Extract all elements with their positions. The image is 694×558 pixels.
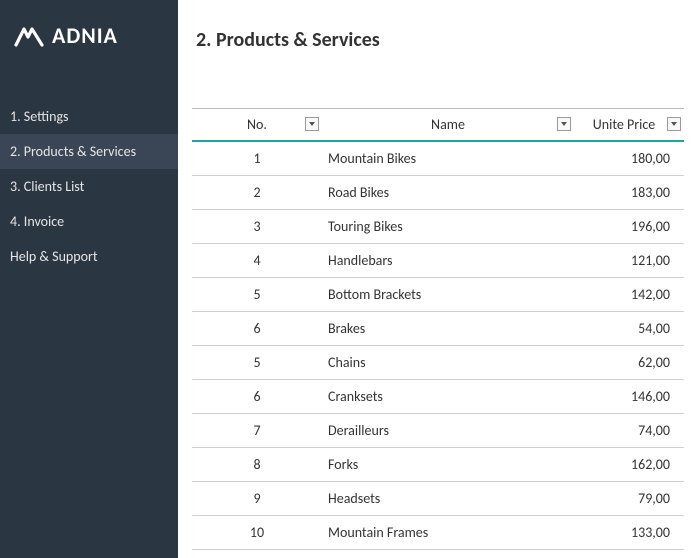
table-row[interactable]: 3Touring Bikes196,00: [192, 209, 684, 243]
cell-no: 6: [192, 311, 322, 345]
table-row[interactable]: 10Mountain Frames133,00: [192, 515, 684, 549]
main-content: 2. Products & Services No. Name Unite Pr…: [178, 0, 694, 558]
table-row[interactable]: 4Handlebars121,00: [192, 243, 684, 277]
cell-name: Touring Bikes: [322, 209, 574, 243]
cell-name: Forks: [322, 447, 574, 481]
cell-name: Chains: [322, 345, 574, 379]
cell-no: 9: [192, 481, 322, 515]
cell-no: 10: [192, 515, 322, 549]
column-header-price[interactable]: Unite Price: [574, 109, 684, 141]
cell-price: 162,00: [574, 447, 684, 481]
column-header-name[interactable]: Name: [322, 109, 574, 141]
cell-price: 54,00: [574, 311, 684, 345]
table-row[interactable]: 8Forks162,00: [192, 447, 684, 481]
cell-name: Bottom Brackets: [322, 277, 574, 311]
cell-name: Cranksets: [322, 379, 574, 413]
table-row[interactable]: 5Bottom Brackets142,00: [192, 277, 684, 311]
cell-no: 4: [192, 243, 322, 277]
logo: ADNIA: [0, 22, 178, 99]
cell-no: 6: [192, 379, 322, 413]
table-row[interactable]: 1Mountain Bikes180,00: [192, 141, 684, 176]
sidebar-item-settings[interactable]: 1. Settings: [0, 99, 178, 134]
sidebar-item-clients-list[interactable]: 3. Clients List: [0, 169, 178, 204]
table-row[interactable]: 7Derailleurs74,00: [192, 413, 684, 447]
sidebar: ADNIA 1. Settings 2. Products & Services…: [0, 0, 178, 558]
cell-no: 7: [192, 413, 322, 447]
cell-price: 79,00: [574, 481, 684, 515]
filter-dropdown-icon[interactable]: [557, 117, 571, 131]
sidebar-nav: 1. Settings 2. Products & Services 3. Cl…: [0, 99, 178, 274]
cell-name: Derailleurs: [322, 413, 574, 447]
cell-name: Road Bikes: [322, 175, 574, 209]
cell-price: 133,00: [574, 515, 684, 549]
cell-price: 146,00: [574, 379, 684, 413]
cell-price: 196,00: [574, 209, 684, 243]
products-table: No. Name Unite Price 1Mountain Bikes180,…: [192, 108, 684, 550]
table-row[interactable]: 6Cranksets146,00: [192, 379, 684, 413]
cell-name: Mountain Bikes: [322, 141, 574, 176]
cell-name: Brakes: [322, 311, 574, 345]
table-row[interactable]: 9Headsets79,00: [192, 481, 684, 515]
column-header-no-label: No.: [247, 116, 267, 133]
logo-icon: [14, 25, 44, 47]
brand-text: ADNIA: [52, 22, 118, 49]
table-row[interactable]: 6Brakes54,00: [192, 311, 684, 345]
column-header-name-label: Name: [431, 116, 465, 133]
cell-price: 121,00: [574, 243, 684, 277]
filter-dropdown-icon[interactable]: [667, 117, 681, 131]
sidebar-item-products-services[interactable]: 2. Products & Services: [0, 134, 178, 169]
cell-no: 2: [192, 175, 322, 209]
table-header-row: No. Name Unite Price: [192, 109, 684, 141]
cell-name: Headsets: [322, 481, 574, 515]
cell-no: 3: [192, 209, 322, 243]
cell-price: 142,00: [574, 277, 684, 311]
table-row[interactable]: 2Road Bikes183,00: [192, 175, 684, 209]
cell-price: 62,00: [574, 345, 684, 379]
filter-dropdown-icon[interactable]: [305, 117, 319, 131]
cell-name: Mountain Frames: [322, 515, 574, 549]
cell-price: 180,00: [574, 141, 684, 176]
sidebar-item-help-support[interactable]: Help & Support: [0, 239, 178, 274]
cell-name: Handlebars: [322, 243, 574, 277]
column-header-price-label: Unite Price: [593, 116, 655, 133]
cell-no: 5: [192, 277, 322, 311]
cell-no: 1: [192, 141, 322, 176]
cell-no: 5: [192, 345, 322, 379]
cell-price: 183,00: [574, 175, 684, 209]
cell-no: 8: [192, 447, 322, 481]
page-title: 2. Products & Services: [192, 28, 684, 52]
table-row[interactable]: 5Chains62,00: [192, 345, 684, 379]
table-body: 1Mountain Bikes180,00 2Road Bikes183,00 …: [192, 141, 684, 550]
cell-price: 74,00: [574, 413, 684, 447]
sidebar-item-invoice[interactable]: 4. Invoice: [0, 204, 178, 239]
column-header-no[interactable]: No.: [192, 109, 322, 141]
